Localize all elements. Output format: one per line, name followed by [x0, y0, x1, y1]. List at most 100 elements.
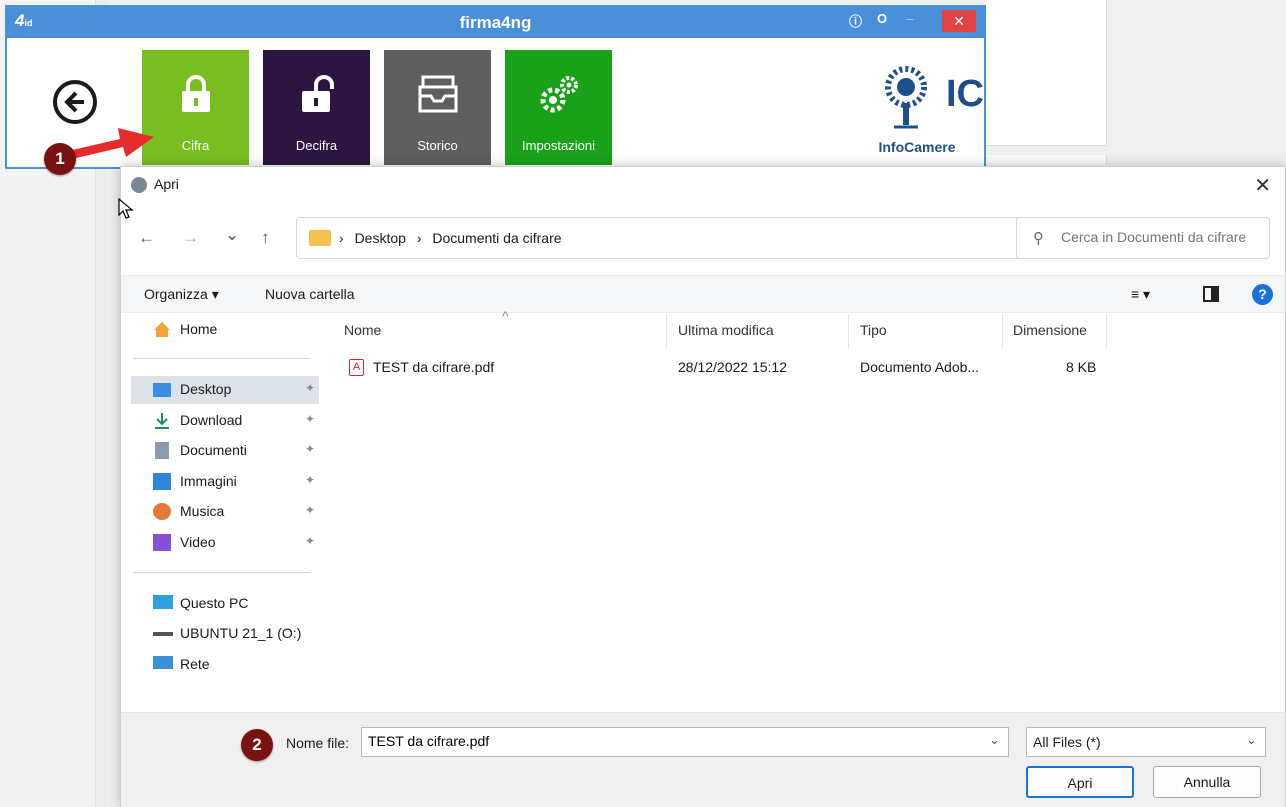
sidebar-item-rete[interactable]: Rete: [131, 651, 319, 679]
sidebar-item-video[interactable]: Video ✦: [131, 529, 319, 557]
pin-icon[interactable]: ✦: [305, 442, 315, 456]
column-divider[interactable]: [1002, 314, 1003, 348]
filename-combobox[interactable]: ⌄: [361, 727, 1009, 757]
file-type-filter-value: All Files (*): [1033, 734, 1101, 750]
brand-mark: IC: [946, 73, 984, 115]
sidebar-item-musica[interactable]: Musica ✦: [131, 498, 319, 526]
dialog-close-icon[interactable]: ✕: [1254, 173, 1271, 198]
view-options-icon[interactable]: ≡ ▾: [1131, 286, 1150, 303]
column-header-type[interactable]: Tipo: [860, 322, 887, 338]
column-divider[interactable]: [666, 314, 667, 348]
pin-icon[interactable]: ✦: [305, 381, 315, 395]
dialog-titlebar[interactable]: Apri ✕: [121, 167, 1285, 203]
sidebar-item-label: Home: [180, 321, 218, 337]
column-header-size[interactable]: Dimensione: [1013, 322, 1087, 338]
restore-icon[interactable]: O: [877, 11, 887, 26]
sidebar-item-download[interactable]: Download ✦: [131, 407, 319, 435]
cancel-button[interactable]: Annulla: [1153, 766, 1261, 798]
video-icon: [153, 534, 171, 551]
file-type: Documento Adob...: [860, 359, 980, 375]
preview-pane-icon[interactable]: [1203, 286, 1219, 302]
chevron-down-icon[interactable]: ⌄: [1246, 732, 1257, 748]
column-divider[interactable]: [1106, 314, 1107, 348]
file-row[interactable]: A TEST da cifrare.pdf 28/12/2022 15:12 D…: [344, 356, 1104, 380]
lock-closed-icon: [181, 75, 210, 112]
column-divider[interactable]: [848, 314, 849, 348]
storico-label: Storico: [417, 138, 458, 153]
sidebar-item-questo-pc[interactable]: Questo PC: [131, 590, 319, 618]
sidebar-item-label: Documenti: [180, 442, 247, 458]
pdf-file-icon: A: [349, 359, 364, 376]
back-icon[interactable]: ←: [138, 228, 155, 248]
sidebar-item-label: Immagini: [180, 473, 237, 489]
open-button[interactable]: Apri: [1026, 766, 1134, 798]
sidebar-divider: [133, 572, 310, 573]
sidebar-item-label: UBUNTU 21_1 (O:): [180, 625, 302, 641]
search-icon: ⚲: [1033, 230, 1044, 247]
file-modified: 28/12/2022 15:12: [678, 359, 787, 375]
breadcrumb-desktop[interactable]: Desktop: [355, 230, 406, 246]
info-icon[interactable]: ⓘ: [849, 11, 862, 30]
drive-icon: [153, 632, 173, 636]
help-icon[interactable]: ?: [1252, 284, 1273, 305]
navigation-pane: Home Desktop ✦ Download ✦ Documenti ✦ Im…: [121, 314, 326, 712]
pin-icon[interactable]: ✦: [305, 412, 315, 426]
mouse-cursor-icon: [118, 198, 134, 219]
sidebar-item-home[interactable]: Home: [131, 316, 319, 344]
home-icon: [153, 321, 171, 338]
search-box[interactable]: ⚲: [1016, 217, 1270, 259]
gears-icon: [540, 76, 578, 113]
address-bar[interactable]: › Desktop › Documenti da cifrare ⌄ C: [296, 217, 1114, 259]
network-icon: [153, 656, 173, 669]
tree-logo-icon: [885, 66, 927, 129]
filename-input[interactable]: [368, 733, 968, 749]
up-icon[interactable]: ↑: [261, 228, 270, 248]
search-input[interactable]: [1061, 229, 1266, 245]
organize-menu-button[interactable]: Organizza ▾: [144, 286, 219, 303]
sidebar-item-label: Questo PC: [180, 595, 249, 611]
dialog-app-icon: [131, 177, 147, 193]
cifra-tile-button[interactable]: Cifra: [142, 50, 249, 165]
impostazioni-tile-button[interactable]: Impostazioni: [505, 50, 612, 165]
column-header-name[interactable]: Nome: [344, 322, 381, 338]
command-bar: Organizza ▾ Nuova cartella ≡ ▾ ?: [121, 275, 1285, 313]
storico-tile-button[interactable]: Storico: [384, 50, 491, 165]
recent-locations-icon[interactable]: ⌄: [225, 225, 239, 245]
file-name: TEST da cifrare.pdf: [373, 359, 495, 375]
sort-indicator-icon: ^: [502, 308, 509, 324]
sidebar-item-ubuntu-drive[interactable]: UBUNTU 21_1 (O:): [131, 620, 319, 648]
app-close-button[interactable]: ✕: [942, 10, 976, 32]
breadcrumb-separator: ›: [339, 230, 344, 246]
decifra-tile-button[interactable]: Decifra: [263, 50, 370, 165]
breadcrumb-documenti-da-cifrare[interactable]: Documenti da cifrare: [432, 230, 561, 246]
sidebar-item-label: Desktop: [180, 381, 232, 397]
sidebar-item-label: Rete: [180, 656, 210, 672]
navigation-bar: ← → ⌄ ↑ › Desktop › Documenti da cifrare…: [121, 203, 1285, 271]
file-type-filter-select[interactable]: All Files (*) ⌄: [1026, 727, 1266, 757]
file-size: 8 KB: [1066, 359, 1097, 375]
minimize-icon[interactable]: _: [906, 6, 913, 21]
pin-icon[interactable]: ✦: [305, 534, 315, 548]
music-icon: [153, 503, 171, 520]
back-arrow-icon[interactable]: [53, 80, 97, 124]
document-icon: [155, 442, 169, 459]
app-titlebar[interactable]: 4id firma4ng ⓘ O _ ✕: [7, 6, 984, 38]
sidebar-item-immagini[interactable]: Immagini ✦: [131, 468, 319, 496]
desktop-icon: [153, 383, 171, 397]
pictures-icon: [153, 473, 171, 490]
column-header-modified[interactable]: Ultima modifica: [678, 322, 774, 338]
chevron-down-icon[interactable]: ⌄: [989, 732, 1000, 748]
new-folder-button[interactable]: Nuova cartella: [265, 286, 355, 302]
step-one-badge: 1: [44, 143, 76, 175]
download-icon: [153, 412, 171, 429]
computer-icon: [153, 595, 173, 609]
sidebar-item-documenti[interactable]: Documenti ✦: [131, 437, 319, 465]
pin-icon[interactable]: ✦: [305, 503, 315, 517]
pointer-arrow-icon: [68, 128, 154, 159]
forward-icon[interactable]: →: [182, 228, 199, 248]
archive-drawer-icon: [418, 75, 457, 113]
sidebar-item-desktop[interactable]: Desktop ✦: [131, 376, 319, 404]
dialog-title: Apri: [154, 176, 179, 192]
pin-icon[interactable]: ✦: [305, 473, 315, 487]
brand-name: InfoCamere: [878, 139, 956, 155]
